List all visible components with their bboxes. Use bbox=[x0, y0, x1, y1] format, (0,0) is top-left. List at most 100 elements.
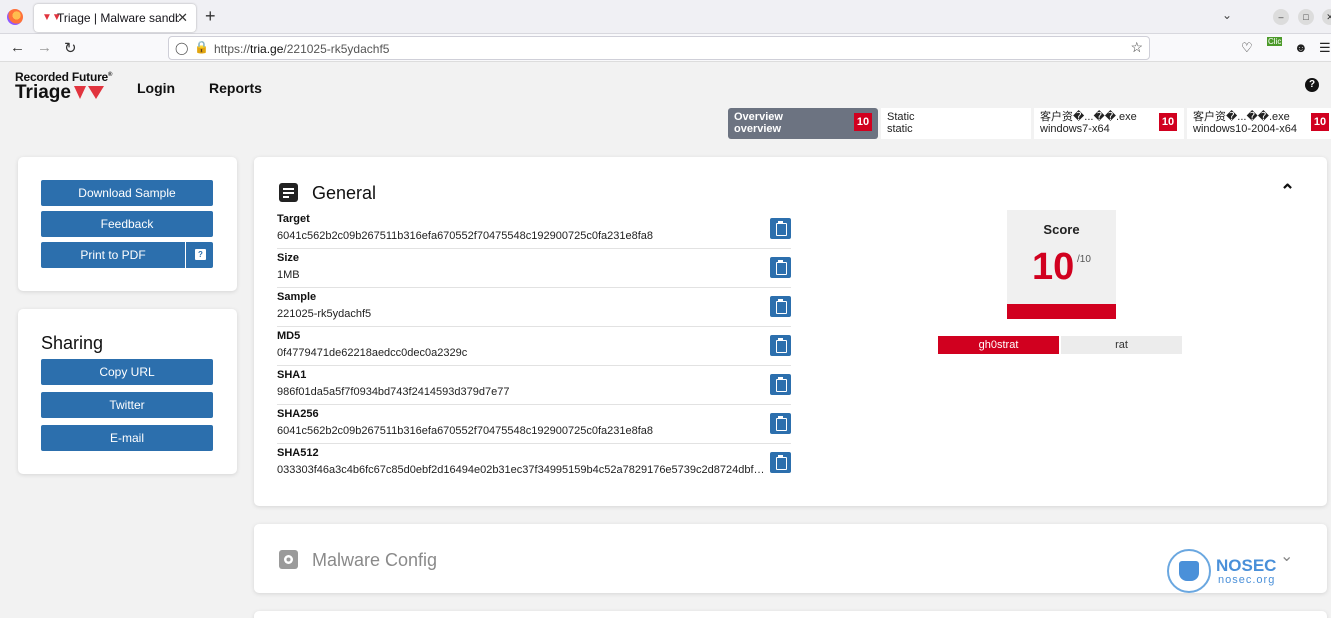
watermark-name: NOSEC bbox=[1216, 556, 1277, 575]
field-key: Target bbox=[277, 213, 310, 225]
field-value: 221025-rk5ydachf5 bbox=[277, 308, 372, 320]
general-card: General ⌃ Target 6041c562b2c09b267511b31… bbox=[254, 157, 1327, 506]
nav-reports[interactable]: Reports bbox=[209, 80, 262, 96]
lock-icon[interactable]: 🔒 bbox=[194, 40, 209, 54]
extension-clic-icon[interactable]: Clic bbox=[1267, 37, 1283, 46]
close-tab-icon[interactable]: ✕ bbox=[177, 10, 188, 26]
field-key: MD5 bbox=[277, 330, 301, 342]
field-sha256: SHA256 6041c562b2c09b267511b316efa670552… bbox=[277, 405, 791, 444]
general-doc-icon bbox=[279, 183, 298, 202]
field-key: SHA256 bbox=[277, 408, 319, 420]
forward-icon[interactable]: → bbox=[37, 39, 52, 56]
field-key: Sample bbox=[277, 291, 317, 303]
score-box: Score 10 /10 bbox=[1007, 210, 1116, 319]
copy-clipboard-icon[interactable] bbox=[770, 218, 791, 239]
field-size: Size 1MB bbox=[277, 249, 791, 288]
collapse-chevron-up-icon[interactable]: ⌃ bbox=[1280, 181, 1295, 202]
next-section-card bbox=[254, 611, 1327, 618]
tab-static[interactable]: Static static bbox=[881, 108, 1031, 139]
copy-url-button[interactable]: Copy URL bbox=[41, 359, 213, 385]
field-value: 1MB bbox=[277, 269, 300, 281]
print-help-button[interactable]: ? bbox=[185, 242, 213, 268]
score-badge: 10 bbox=[854, 113, 872, 131]
tab-windows10-x64[interactable]: 客户资�...��.exe windows10-2004-x64 10 bbox=[1187, 108, 1331, 139]
score-value: 10 bbox=[1032, 246, 1075, 288]
tracking-shield-icon[interactable]: ◯ bbox=[175, 41, 188, 55]
copy-clipboard-icon[interactable] bbox=[770, 335, 791, 356]
browser-tabbar: ▼▼ Triage | Malware sandbox ✕ + ⌄ – □ ✕ bbox=[0, 0, 1331, 34]
close-window-icon[interactable]: ✕ bbox=[1322, 9, 1331, 25]
print-to-pdf-label: Print to PDF bbox=[80, 248, 146, 262]
tag-gh0strat[interactable]: gh0strat bbox=[938, 336, 1059, 354]
field-value: 033303f46a3c4b6fc67c85d0ebf2d16494e02b31… bbox=[277, 464, 767, 476]
tab-static-sublabel: static bbox=[887, 123, 913, 135]
field-key: SHA1 bbox=[277, 369, 307, 381]
field-key: Size bbox=[277, 252, 300, 264]
field-sha512: SHA512 033303f46a3c4b6fc67c85d0ebf2d1649… bbox=[277, 444, 791, 483]
field-value: 986f01da5a5f7f0934bd743f2414593d379d7e77 bbox=[277, 386, 510, 398]
copy-clipboard-icon[interactable] bbox=[770, 257, 791, 278]
tag-rat[interactable]: rat bbox=[1061, 336, 1182, 354]
actions-card: Download Sample Feedback Print to PDF ? bbox=[18, 157, 237, 291]
general-title: General bbox=[312, 183, 377, 203]
nosec-logo-icon bbox=[1167, 549, 1211, 593]
browser-tab-title: Triage | Malware sandbox bbox=[57, 11, 179, 25]
email-button[interactable]: E-mail bbox=[41, 425, 213, 451]
field-value: 6041c562b2c09b267511b316efa670552f704755… bbox=[277, 425, 653, 437]
score-label: Score bbox=[1043, 222, 1080, 237]
tab-static-label: Static bbox=[887, 111, 915, 123]
tab-windows7-x64[interactable]: 客户资�...��.exe windows7-x64 10 bbox=[1034, 108, 1184, 139]
url-bar[interactable]: ◯ 🔒 https://tria.ge/221025-rk5ydachf5 ☆ bbox=[168, 36, 1150, 60]
nav-login[interactable]: Login bbox=[137, 80, 175, 96]
twitter-button[interactable]: Twitter bbox=[41, 392, 213, 418]
maximize-icon[interactable]: □ bbox=[1298, 9, 1314, 25]
tab-windows10-label: 客户资�...��.exe bbox=[1193, 111, 1290, 123]
field-value: 6041c562b2c09b267511b316efa670552f704755… bbox=[277, 230, 653, 242]
tab-overview-label: Overview bbox=[734, 111, 783, 123]
new-tab-icon[interactable]: + bbox=[205, 6, 216, 27]
nosec-face-icon bbox=[1179, 561, 1199, 581]
field-key: SHA512 bbox=[277, 447, 319, 459]
help-icon[interactable]: ? bbox=[1305, 78, 1319, 92]
copy-clipboard-icon[interactable] bbox=[770, 374, 791, 395]
browser-navbar: ← → ↻ ◯ 🔒 https://tria.ge/221025-rk5ydac… bbox=[0, 34, 1331, 62]
menu-icon[interactable]: ☰ bbox=[1319, 40, 1331, 56]
expand-chevron-down-icon[interactable]: ⌄ bbox=[1280, 546, 1293, 566]
sharing-title: Sharing bbox=[41, 333, 104, 353]
minimize-icon[interactable]: – bbox=[1273, 9, 1289, 25]
back-icon[interactable]: ← bbox=[10, 39, 25, 56]
tab-overview[interactable]: Overview overview 10 bbox=[728, 108, 878, 139]
reload-icon[interactable]: ↻ bbox=[64, 39, 77, 57]
tab-list-chevron-icon[interactable]: ⌄ bbox=[1222, 8, 1232, 22]
config-gear-icon bbox=[279, 550, 298, 569]
copy-clipboard-icon[interactable] bbox=[770, 296, 791, 317]
tab-windows10-sublabel: windows10-2004-x64 bbox=[1193, 123, 1297, 135]
firefox-icon[interactable] bbox=[7, 9, 23, 25]
help-icon: ? bbox=[195, 249, 206, 260]
score-bar bbox=[1007, 304, 1116, 319]
bookmark-star-icon[interactable]: ☆ bbox=[1130, 39, 1143, 56]
malware-config-title: Malware Config bbox=[312, 550, 438, 570]
malware-config-card[interactable]: Malware Config ⌄ bbox=[254, 524, 1327, 593]
sharing-card: Sharing Copy URL Twitter E-mail bbox=[18, 309, 237, 474]
field-target: Target 6041c562b2c09b267511b316efa670552… bbox=[277, 210, 791, 249]
copy-clipboard-icon[interactable] bbox=[770, 413, 791, 434]
score-badge: 10 bbox=[1159, 113, 1177, 131]
field-value: 0f4779471de62218aedcc0dec0a2329c bbox=[277, 347, 468, 359]
tab-overview-sublabel: overview bbox=[734, 123, 782, 135]
print-to-pdf-button[interactable]: Print to PDF ? bbox=[41, 242, 213, 268]
copy-clipboard-icon[interactable] bbox=[770, 452, 791, 473]
download-sample-button[interactable]: Download Sample bbox=[41, 180, 213, 206]
tab-windows7-sublabel: windows7-x64 bbox=[1040, 123, 1110, 135]
feedback-button[interactable]: Feedback bbox=[41, 211, 213, 237]
brand-triage[interactable]: Triage bbox=[15, 82, 71, 104]
field-md5: MD5 0f4779471de62218aedcc0dec0a2329c bbox=[277, 327, 791, 366]
field-sample: Sample 221025-rk5ydachf5 bbox=[277, 288, 791, 327]
browser-tab[interactable]: ▼▼ Triage | Malware sandbox ✕ bbox=[34, 4, 196, 32]
url-text[interactable]: https://tria.ge/221025-rk5ydachf5 bbox=[214, 42, 389, 56]
tab-windows7-label: 客户资�...��.exe bbox=[1040, 111, 1137, 123]
field-sha1: SHA1 986f01da5a5f7f0934bd743f2414593d379… bbox=[277, 366, 791, 405]
extension-icon[interactable]: ☻ bbox=[1294, 40, 1308, 55]
triage-logo-icon bbox=[74, 86, 104, 99]
pocket-icon[interactable]: ♡ bbox=[1241, 40, 1253, 56]
